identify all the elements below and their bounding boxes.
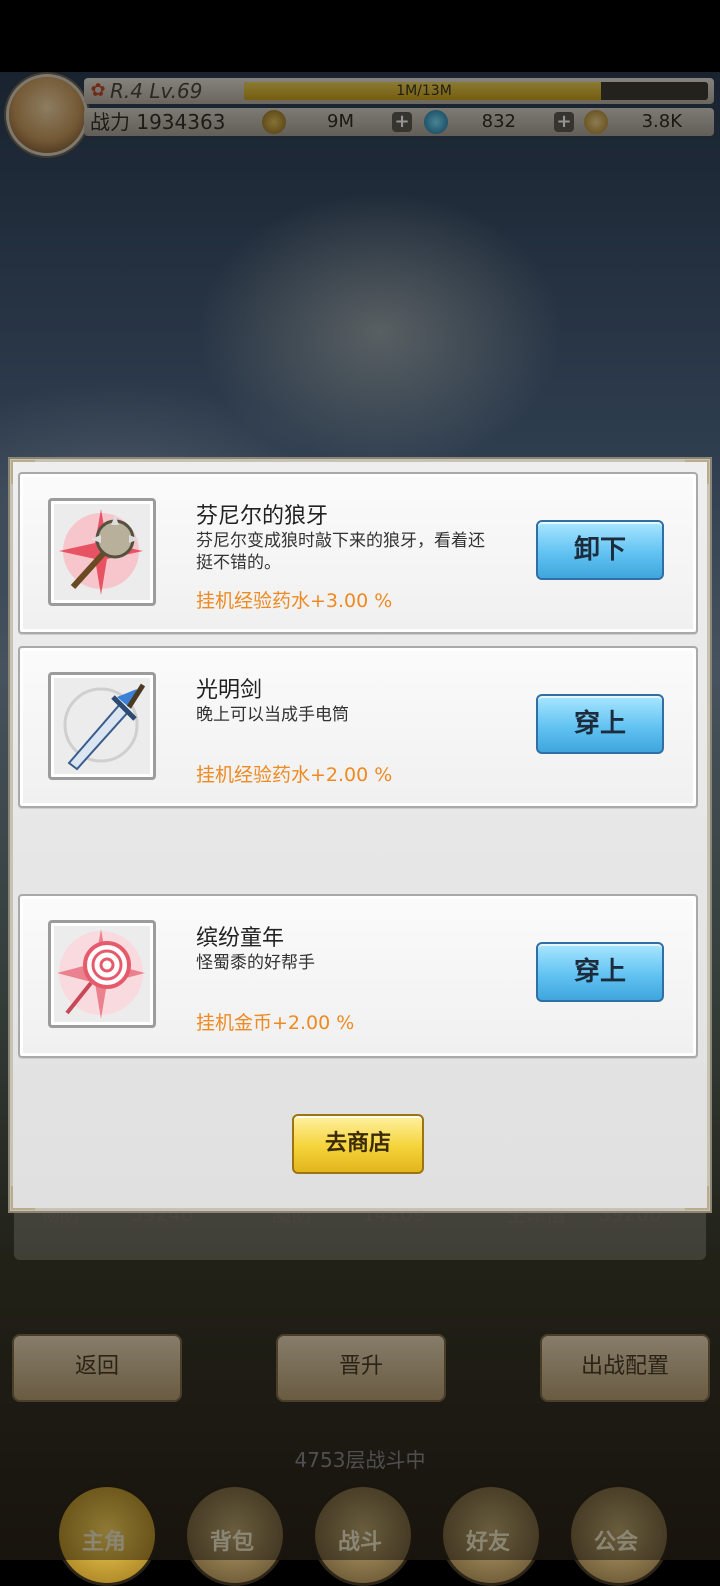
item-card: 芬尼尔的狼牙 芬尼尔变成狼时敲下来的狼牙，看着还挺不错的。 挂机经验药水+3.0… — [18, 472, 698, 634]
status-bar — [0, 0, 720, 72]
item-bonus: 挂机经验药水+2.00 % — [196, 764, 393, 786]
lollipop-icon — [48, 920, 156, 1028]
unequip-button[interactable]: 卸下 — [536, 520, 664, 580]
item-card: 光明剑 晚上可以当成手电筒 挂机经验药水+2.00 % 穿上 — [18, 646, 698, 808]
equip-button[interactable]: 穿上 — [536, 942, 664, 1002]
item-description: 芬尼尔变成狼时敲下来的狼牙，看着还挺不错的。 — [196, 531, 485, 573]
item-bonus: 挂机经验药水+3.00 % — [196, 590, 393, 612]
item-name: 光明剑 — [196, 678, 263, 703]
wolf-fang-mace-icon — [48, 498, 156, 606]
modal-corner-ornament — [11, 1186, 35, 1210]
equip-button[interactable]: 穿上 — [536, 694, 664, 754]
item-name: 缤纷童年 — [196, 926, 285, 951]
item-card: 缤纷童年 怪蜀黍的好帮手 挂机金币+2.00 % 穿上 — [18, 894, 698, 1058]
item-bonus: 挂机金币+2.00 % — [196, 1012, 355, 1034]
go-to-shop-button[interactable]: 去商店 — [292, 1114, 424, 1174]
light-sword-icon — [48, 672, 156, 780]
item-description: 怪蜀黍的好帮手 — [196, 953, 315, 973]
item-name: 芬尼尔的狼牙 — [196, 504, 329, 529]
item-description: 晚上可以当成手电筒 — [196, 705, 349, 725]
modal-corner-ornament — [685, 1186, 709, 1210]
